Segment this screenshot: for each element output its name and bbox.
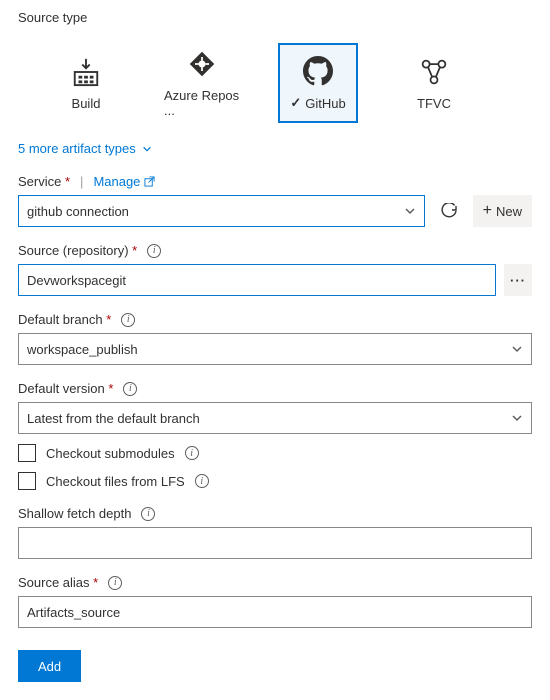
checkout-lfs-checkbox[interactable] [18, 472, 36, 490]
shallow-fetch-label: Shallow fetch depth [18, 506, 131, 521]
chevron-down-icon [142, 144, 152, 154]
tile-build[interactable]: Build [46, 43, 126, 123]
source-alias-input[interactable] [18, 596, 532, 628]
plus-icon: + [483, 202, 492, 220]
checkout-submodules-label: Checkout submodules [46, 446, 175, 461]
default-version-value: Latest from the default branch [27, 411, 200, 426]
required-star: * [106, 312, 111, 327]
tile-github-text: GitHub [305, 96, 345, 111]
default-branch-value: workspace_publish [27, 342, 138, 357]
service-label: Service [18, 174, 61, 189]
tfvc-icon [418, 56, 450, 88]
check-icon: ✓ [290, 95, 301, 111]
tile-azure-repos[interactable]: Azure Repos ... [162, 43, 242, 123]
info-icon[interactable]: i [195, 474, 209, 488]
required-star: * [93, 575, 98, 590]
default-branch-dropdown[interactable]: workspace_publish [18, 333, 532, 365]
service-dropdown[interactable]: github connection [18, 195, 425, 227]
checkout-lfs-label: Checkout files from LFS [46, 474, 185, 489]
tile-build-label: Build [72, 96, 101, 111]
info-icon[interactable]: i [185, 446, 199, 460]
github-icon [302, 55, 334, 87]
info-icon[interactable]: i [147, 244, 161, 258]
more-artifact-types-text: 5 more artifact types [18, 141, 136, 156]
service-value: github connection [27, 204, 129, 219]
open-external-icon [144, 176, 155, 187]
manage-text: Manage [93, 174, 140, 189]
azure-repos-icon [186, 48, 218, 80]
default-version-dropdown[interactable]: Latest from the default branch [18, 402, 532, 434]
info-icon[interactable]: i [121, 313, 135, 327]
checkout-submodules-checkbox[interactable] [18, 444, 36, 462]
info-icon[interactable]: i [141, 507, 155, 521]
manage-link[interactable]: Manage [93, 174, 155, 189]
source-alias-label: Source alias [18, 575, 90, 590]
required-star: * [65, 174, 70, 189]
more-artifact-types-link[interactable]: 5 more artifact types [18, 141, 532, 156]
new-button-label: New [496, 204, 522, 219]
add-button[interactable]: Add [18, 650, 81, 682]
default-version-label: Default version [18, 381, 105, 396]
shallow-fetch-input[interactable] [18, 527, 532, 559]
required-star: * [132, 243, 137, 258]
separator: | [80, 174, 83, 189]
chevron-down-icon [511, 343, 523, 355]
ellipsis-icon: ··· [510, 273, 526, 288]
browse-button[interactable]: ··· [504, 264, 532, 296]
refresh-button[interactable] [433, 195, 465, 227]
source-repo-input[interactable] [18, 264, 496, 296]
tile-tfvc[interactable]: TFVC [394, 43, 474, 123]
chevron-down-icon [404, 205, 416, 217]
info-icon[interactable]: i [123, 382, 137, 396]
tile-github[interactable]: ✓ GitHub [278, 43, 358, 123]
chevron-down-icon [511, 412, 523, 424]
default-branch-label: Default branch [18, 312, 103, 327]
tile-tfvc-label: TFVC [417, 96, 451, 111]
info-icon[interactable]: i [108, 576, 122, 590]
source-type-tiles: Build Azure Repos ... ✓ GitHub TFVC [18, 37, 532, 137]
new-button[interactable]: + New [473, 195, 532, 227]
build-icon [70, 56, 102, 88]
source-repo-label: Source (repository) [18, 243, 129, 258]
source-type-label: Source type [18, 10, 532, 25]
tile-azure-repos-label: Azure Repos ... [164, 88, 240, 118]
refresh-icon [441, 203, 457, 219]
tile-github-label: ✓ GitHub [290, 95, 345, 111]
required-star: * [108, 381, 113, 396]
